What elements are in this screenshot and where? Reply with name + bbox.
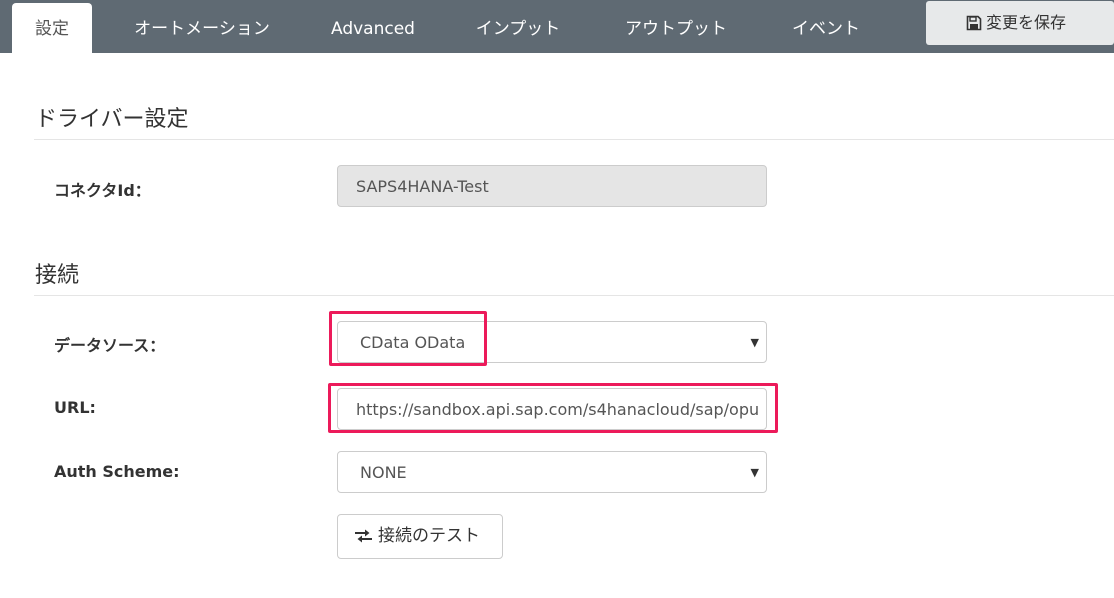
tab-input[interactable]: インプット — [458, 3, 578, 53]
test-connection-button[interactable]: 接続のテスト — [337, 514, 503, 559]
test-connection-label: 接続のテスト — [378, 526, 480, 546]
exchange-arrows-icon — [355, 529, 372, 543]
url-label: URL: — [54, 398, 96, 417]
tab-advanced[interactable]: Advanced — [318, 3, 428, 53]
dropdown-caret-icon: ▼ — [750, 336, 759, 349]
tab-automation[interactable]: オートメーション — [116, 3, 288, 53]
auth-scheme-label: Auth Scheme: — [54, 462, 180, 481]
auth-scheme-select[interactable]: NONE ▼ — [337, 451, 767, 493]
dropdown-caret-icon: ▼ — [750, 466, 759, 479]
save-changes-button[interactable]: 変更を保存 — [926, 1, 1114, 45]
connector-id-label: コネクタId： — [54, 181, 151, 200]
auth-scheme-value: NONE — [360, 463, 407, 482]
section-divider — [34, 295, 1114, 296]
url-highlight-box — [328, 383, 778, 433]
top-nav-bar: 設定 オートメーション Advanced インプット アウトプット イベント 変… — [0, 0, 1114, 53]
connector-id-field: SAPS4HANA-Test — [337, 165, 767, 207]
datasource-label: データソース： — [54, 336, 166, 355]
connection-heading: 接続 — [35, 263, 80, 288]
tab-settings[interactable]: 設定 — [12, 3, 92, 53]
connector-id-value: SAPS4HANA-Test — [356, 177, 489, 196]
datasource-highlight-box — [329, 311, 487, 366]
tab-output[interactable]: アウトプット — [606, 3, 746, 53]
driver-settings-heading: ドライバー設定 — [35, 107, 189, 132]
floppy-disk-icon — [966, 15, 982, 31]
section-divider — [34, 139, 1114, 140]
save-changes-label: 変更を保存 — [986, 13, 1067, 32]
tab-events[interactable]: イベント — [774, 3, 878, 53]
